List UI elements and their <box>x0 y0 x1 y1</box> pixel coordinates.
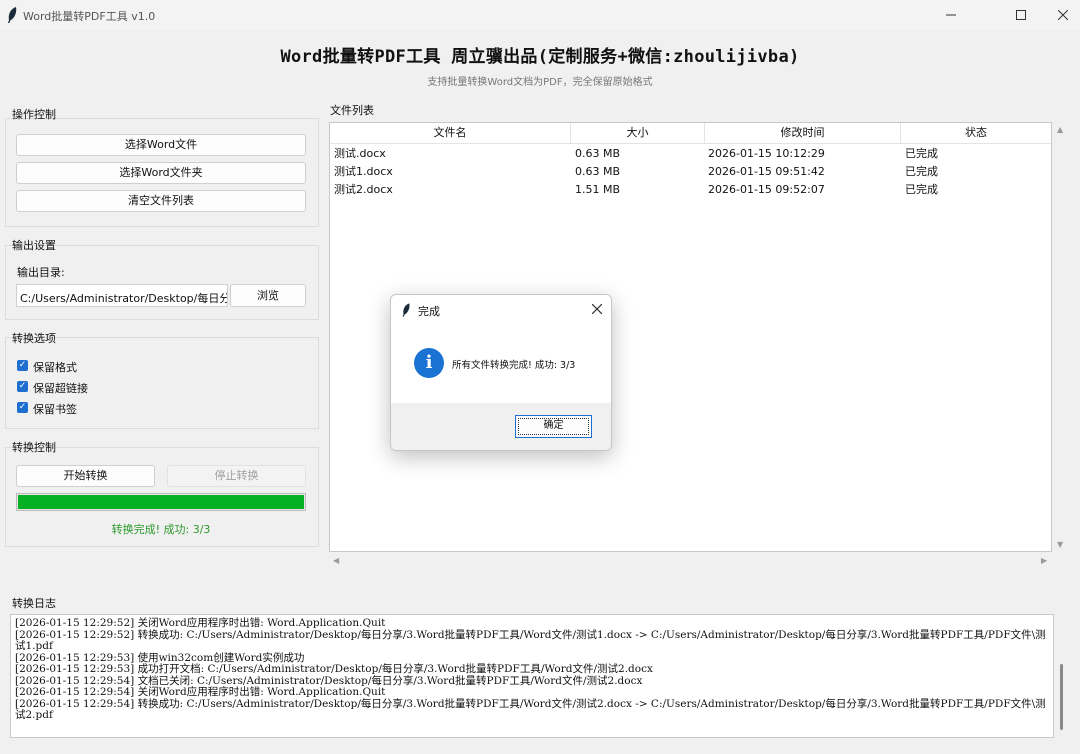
check-icon: ✓ <box>17 360 28 371</box>
start-convert-button[interactable]: 开始转换 <box>16 465 155 487</box>
output-label: 输出设置 <box>12 239 56 252</box>
maximize-icon <box>1016 9 1026 20</box>
table-row[interactable]: 测试.docx 0.63 MB 2026-01-15 10:12:29 已完成 <box>330 145 1051 163</box>
scroll-left-icon[interactable]: ◀ <box>333 556 339 565</box>
file-list-horizontal-scrollbar[interactable]: ◀ ▶ <box>329 553 1052 570</box>
dialog-title: 完成 <box>418 305 440 318</box>
output-dir-label: 输出目录: <box>17 266 65 279</box>
feather-icon <box>8 7 17 23</box>
conversion-status: 转换完成! 成功: 3/3 <box>111 523 211 536</box>
column-header-mtime[interactable]: 修改时间 <box>705 123 901 143</box>
maximize-button[interactable] <box>998 0 1044 30</box>
cell-size: 0.63 MB <box>575 165 621 178</box>
select-files-button[interactable]: 选择Word文件 <box>16 134 306 156</box>
check-icon: ✓ <box>17 381 28 392</box>
scroll-right-icon[interactable]: ▶ <box>1041 556 1047 565</box>
log-label: 转换日志 <box>12 597 56 610</box>
output-dir-input[interactable]: C:/Users/Administrator/Desktop/每日分享 <box>16 284 228 307</box>
output-frame <box>5 245 319 320</box>
cell-mtime: 2026-01-15 09:52:07 <box>708 183 825 196</box>
log-line: [2026-01-15 12:29:53] 成功打开文档: C:/Users/A… <box>15 663 653 675</box>
cell-size: 0.63 MB <box>575 147 621 160</box>
log-line: [2026-01-15 12:29:52] 转换成功: C:/Users/Adm… <box>15 628 1046 652</box>
operation-label: 操作控制 <box>12 108 56 121</box>
scroll-thumb[interactable] <box>1060 664 1063 730</box>
close-icon <box>1057 9 1069 20</box>
cell-name: 测试1.docx <box>334 165 393 178</box>
app-subtitle: 支持批量转换Word文档为PDF，完全保留原始格式 <box>427 77 653 88</box>
dialog-message: 所有文件转换完成! 成功: 3/3 <box>452 360 576 371</box>
cell-name: 测试2.docx <box>334 183 393 196</box>
minimize-icon <box>946 14 956 15</box>
control-label: 转换控制 <box>12 441 56 454</box>
options-label: 转换选项 <box>12 332 56 345</box>
minimize-button[interactable] <box>928 0 974 30</box>
browse-button[interactable]: 浏览 <box>230 284 306 307</box>
file-list-vertical-scrollbar[interactable]: ▲ ▼ <box>1053 122 1070 552</box>
checkbox-label: 保留格式 <box>33 361 77 374</box>
clear-list-button[interactable]: 清空文件列表 <box>16 190 306 212</box>
file-list-label: 文件列表 <box>330 104 374 117</box>
checkbox-label: 保留超链接 <box>33 382 88 395</box>
log-line: [2026-01-15 12:29:52] 关闭Word应用程序时出错: Wor… <box>15 617 386 629</box>
window-title: Word批量转PDF工具 v1.0 <box>23 10 156 23</box>
cell-mtime: 2026-01-15 10:12:29 <box>708 147 825 160</box>
column-header-status[interactable]: 状态 <box>901 123 1051 143</box>
log-scrollbar[interactable] <box>1054 614 1070 738</box>
log-line: [2026-01-15 12:29:54] 转换成功: C:/Users/Adm… <box>15 697 1046 721</box>
progress-fill <box>18 495 304 509</box>
info-icon: i <box>414 348 444 378</box>
scroll-down-icon[interactable]: ▼ <box>1057 540 1063 549</box>
completion-dialog: 完成 i 所有文件转换完成! 成功: 3/3 确定 <box>390 294 612 451</box>
app-heading: Word批量转PDF工具 周立骥出品(定制服务+微信:zhoulijivba) <box>280 47 800 67</box>
log-line: [2026-01-15 12:29:54] 关闭Word应用程序时出错: Wor… <box>15 686 386 698</box>
ok-button[interactable]: 确定 <box>515 415 592 438</box>
feather-icon <box>402 303 410 317</box>
cell-status: 已完成 <box>905 183 938 196</box>
stop-convert-button[interactable]: 停止转换 <box>167 465 306 487</box>
cell-size: 1.51 MB <box>575 183 621 196</box>
check-icon: ✓ <box>17 402 28 413</box>
close-icon[interactable] <box>592 304 602 314</box>
table-row[interactable]: 测试2.docx 1.51 MB 2026-01-15 09:52:07 已完成 <box>330 181 1051 199</box>
cell-mtime: 2026-01-15 09:51:42 <box>708 165 825 178</box>
conversion-log[interactable]: [2026-01-15 12:29:52] 关闭Word应用程序时出错: Wor… <box>10 614 1054 738</box>
select-folder-button[interactable]: 选择Word文件夹 <box>16 162 306 184</box>
table-header: 文件名 大小 修改时间 状态 <box>330 123 1051 144</box>
conversion-progress-bar <box>16 493 306 511</box>
cell-name: 测试.docx <box>334 147 386 160</box>
column-header-size[interactable]: 大小 <box>571 123 705 143</box>
title-bar: Word批量转PDF工具 v1.0 <box>0 0 1080 30</box>
scroll-up-icon[interactable]: ▲ <box>1057 125 1063 134</box>
dialog-title-bar: 完成 <box>391 295 611 325</box>
table-row[interactable]: 测试1.docx 0.63 MB 2026-01-15 09:51:42 已完成 <box>330 163 1051 181</box>
checkbox-label: 保留书签 <box>33 403 77 416</box>
close-button[interactable] <box>1040 0 1080 30</box>
column-header-name[interactable]: 文件名 <box>330 123 571 143</box>
cell-status: 已完成 <box>905 165 938 178</box>
cell-status: 已完成 <box>905 147 938 160</box>
